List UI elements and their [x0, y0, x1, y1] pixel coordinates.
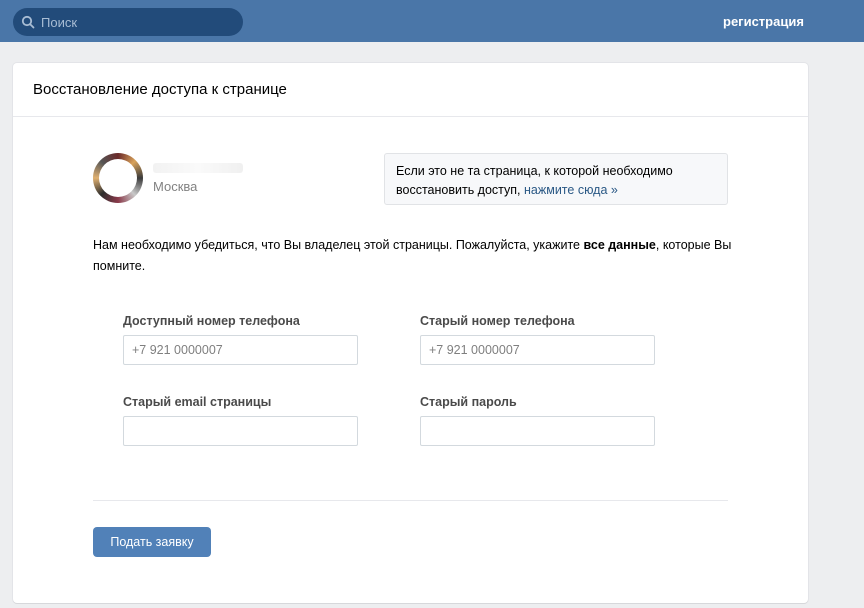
submit-request-button[interactable]: Подать заявку — [93, 527, 211, 557]
user-name-blurred — [153, 163, 243, 173]
intro-text-before: Нам необходимо убедиться, что Вы владеле… — [93, 238, 584, 252]
form-divider — [93, 500, 728, 501]
search-placeholder: Поиск — [41, 14, 78, 30]
avatar — [93, 153, 143, 203]
search-box[interactable]: Поиск — [13, 8, 243, 36]
phone-old-label: Старый номер телефона — [420, 314, 575, 328]
phone-current-input[interactable] — [123, 335, 358, 365]
email-old-label: Старый email страницы — [123, 395, 272, 409]
page-title: Восстановление доступа к странице — [33, 81, 287, 98]
email-old-input[interactable] — [123, 416, 358, 446]
top-navigation-bar: Поиск регистрация — [0, 0, 864, 42]
click-here-link[interactable]: нажмите сюда » — [524, 183, 618, 197]
wrong-page-hint: Если это не та страница, к которой необх… — [384, 153, 728, 205]
intro-text-bold: все данные — [583, 238, 656, 252]
search-icon — [21, 15, 35, 29]
phone-current-label: Доступный номер телефона — [123, 314, 300, 328]
intro-text: Нам необходимо убедиться, что Вы владеле… — [93, 235, 733, 277]
password-old-input[interactable] — [420, 416, 655, 446]
restore-access-card: Восстановление доступа к странице Москва… — [13, 63, 808, 603]
phone-old-input[interactable] — [420, 335, 655, 365]
user-city: Москва — [153, 179, 198, 194]
register-link[interactable]: регистрация — [723, 14, 804, 29]
password-old-label: Старый пароль — [420, 395, 517, 409]
card-header: Восстановление доступа к странице — [13, 63, 808, 117]
